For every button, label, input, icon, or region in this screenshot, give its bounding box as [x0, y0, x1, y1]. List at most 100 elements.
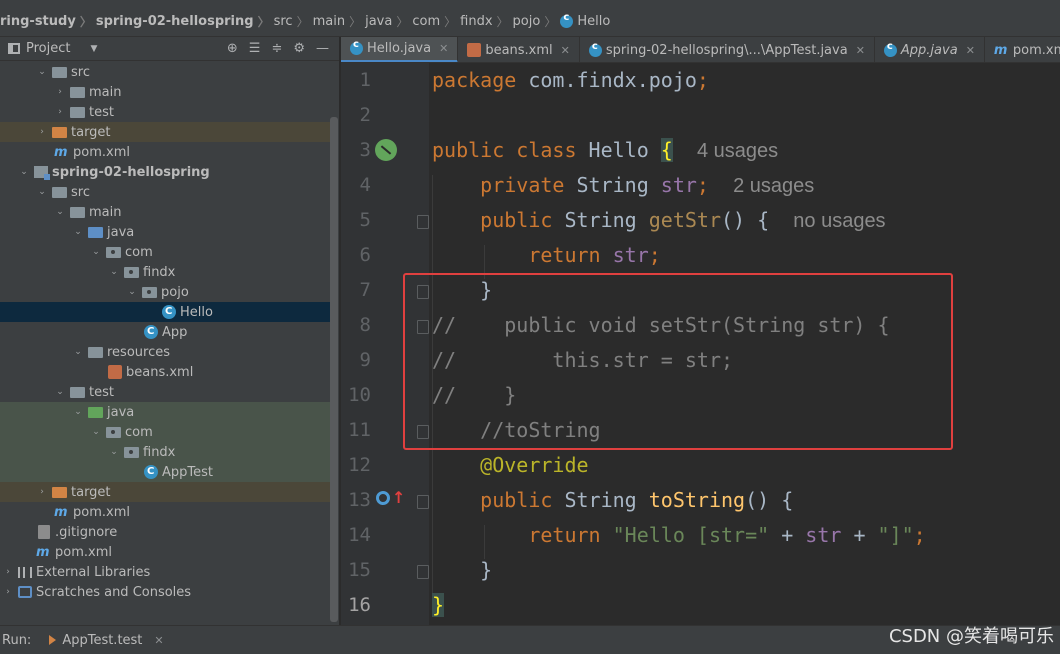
chevron-down-icon[interactable]: ⌄: [72, 227, 84, 237]
spring-bean-icon[interactable]: [375, 139, 397, 161]
chevron-right-icon[interactable]: ›: [54, 107, 66, 117]
tree-node[interactable]: › test: [0, 102, 333, 122]
chevron-down-icon[interactable]: ⌄: [18, 167, 30, 177]
close-icon[interactable]: ✕: [966, 44, 975, 57]
code-line: public String getStr() { no usages: [480, 208, 886, 232]
tree-node[interactable]: beans.xml: [0, 362, 333, 382]
folder-icon: [70, 86, 85, 98]
chevron-down-icon: ▼: [90, 43, 98, 54]
tree-node[interactable]: ⌄ com: [0, 242, 333, 262]
breadcrumb-item[interactable]: ring-study 〉: [0, 13, 96, 30]
tree-node[interactable]: ⌄ java: [0, 222, 333, 242]
tab-hello-java[interactable]: Hello.java✕: [341, 37, 459, 62]
hide-icon[interactable]: —: [316, 41, 329, 56]
scrollbar[interactable]: [330, 117, 338, 622]
close-icon[interactable]: ✕: [856, 44, 865, 57]
tab-beans-xml[interactable]: beans.xml ✕: [458, 37, 580, 62]
fold-icon[interactable]: [417, 495, 429, 509]
tree-node[interactable]: › External Libraries: [0, 562, 333, 582]
breadcrumb-item[interactable]: src 〉: [274, 13, 313, 30]
tab-pom-xml[interactable]: mpom.xml (spring-0: [985, 37, 1060, 62]
breadcrumb-item[interactable]: java 〉: [365, 13, 412, 30]
usages-hint[interactable]: 4 usages: [697, 140, 778, 162]
tree-node-selected[interactable]: Hello: [0, 302, 333, 322]
line-number: 5: [359, 209, 371, 231]
line-number: 9: [359, 349, 371, 371]
folder-icon: [70, 206, 85, 218]
tab-app-java[interactable]: App.java✕: [875, 37, 985, 62]
chevron-right-icon[interactable]: ›: [2, 587, 14, 597]
tree-node[interactable]: m pom.xml: [0, 142, 333, 162]
library-icon: [18, 566, 32, 578]
line-number: 7: [359, 279, 371, 301]
folder-icon: [70, 386, 85, 398]
override-icon[interactable]: [376, 491, 390, 505]
expand-all-icon[interactable]: ☰: [249, 41, 261, 56]
code-line: package com.findx.pojo;: [432, 68, 709, 92]
tree-node[interactable]: ⌄ spring-02-hellospring: [0, 162, 333, 182]
source-folder-icon: [88, 226, 103, 238]
tree-node[interactable]: App: [0, 322, 333, 342]
usages-hint[interactable]: no usages: [793, 210, 885, 232]
usages-hint[interactable]: 2 usages: [733, 175, 814, 197]
code-line: public String toString() {: [480, 488, 794, 512]
fold-icon[interactable]: [417, 565, 429, 579]
chevron-down-icon[interactable]: ⌄: [90, 427, 102, 437]
breadcrumb-item[interactable]: pojo 〉: [513, 13, 561, 30]
breadcrumb-item[interactable]: findx 〉: [460, 13, 512, 30]
tree-node[interactable]: ⌄ pojo: [0, 282, 333, 302]
project-view-selector[interactable]: Project ▼: [8, 41, 97, 56]
watermark: CSDN @笑着喝可乐: [888, 626, 1054, 647]
close-icon[interactable]: ✕: [561, 44, 570, 57]
chevron-down-icon[interactable]: ⌄: [36, 67, 48, 77]
tree-node[interactable]: ⌄ findx: [0, 442, 333, 462]
tree-node[interactable]: m pom.xml: [0, 502, 333, 522]
tree-node[interactable]: .gitignore: [0, 522, 333, 542]
breadcrumb-item[interactable]: spring-02-hellospring 〉: [96, 13, 274, 30]
close-icon[interactable]: ✕: [439, 42, 448, 55]
tree-node[interactable]: ⌄ com: [0, 422, 333, 442]
chevron-down-icon[interactable]: ⌄: [54, 207, 66, 217]
chevron-right-icon[interactable]: ›: [2, 567, 14, 577]
run-tab[interactable]: AppTest.test ✕: [49, 633, 164, 648]
locate-icon[interactable]: ⊕: [227, 41, 238, 56]
tree-node[interactable]: › target: [0, 482, 333, 502]
chevron-right-icon[interactable]: ›: [36, 127, 48, 137]
collapse-all-icon[interactable]: ≑: [271, 41, 282, 56]
close-icon[interactable]: ✕: [154, 634, 163, 647]
gear-icon[interactable]: ⚙: [293, 41, 305, 56]
tree-node[interactable]: ⌄ src: [0, 182, 333, 202]
tree-node[interactable]: AppTest: [0, 462, 333, 482]
tree-node[interactable]: › main: [0, 82, 333, 102]
chevron-down-icon[interactable]: ⌄: [36, 187, 48, 197]
chevron-down-icon[interactable]: ⌄: [54, 387, 66, 397]
breadcrumb-item[interactable]: main 〉: [313, 13, 366, 30]
tree-node[interactable]: ⌄ findx: [0, 262, 333, 282]
tree-node[interactable]: ⌄ java: [0, 402, 333, 422]
tree-node[interactable]: › Scratches and Consoles: [0, 582, 333, 602]
tree-node[interactable]: ⌄ main: [0, 202, 333, 222]
chevron-down-icon[interactable]: ⌄: [108, 447, 120, 457]
line-number: 6: [359, 244, 371, 266]
chevron-right-icon[interactable]: ›: [36, 487, 48, 497]
line-number: 10: [348, 384, 371, 406]
tab-apptest-java[interactable]: spring-02-hellospring\...\AppTest.java✕: [580, 37, 875, 62]
tree-node[interactable]: m pom.xml: [0, 542, 333, 562]
chevron-right-icon[interactable]: ›: [54, 87, 66, 97]
chevron-down-icon[interactable]: ⌄: [72, 347, 84, 357]
chevron-down-icon[interactable]: ⌄: [72, 407, 84, 417]
tree-node[interactable]: ⌄ test: [0, 382, 333, 402]
tree-node[interactable]: › target: [0, 122, 333, 142]
breadcrumb-item[interactable]: Hello: [560, 12, 614, 29]
code-line: }: [432, 558, 493, 582]
highlight-box: [403, 273, 953, 450]
tree-node[interactable]: ⌄ resources: [0, 342, 333, 362]
fold-icon[interactable]: [417, 215, 429, 229]
breadcrumb-item[interactable]: com 〉: [412, 13, 460, 30]
chevron-down-icon[interactable]: ⌄: [126, 287, 138, 297]
arrow-up-icon[interactable]: ↑: [392, 488, 405, 507]
chevron-down-icon[interactable]: ⌄: [90, 247, 102, 257]
chevron-down-icon[interactable]: ⌄: [108, 267, 120, 277]
tree-node[interactable]: ⌄ src: [0, 62, 333, 82]
project-icon: [8, 43, 20, 54]
